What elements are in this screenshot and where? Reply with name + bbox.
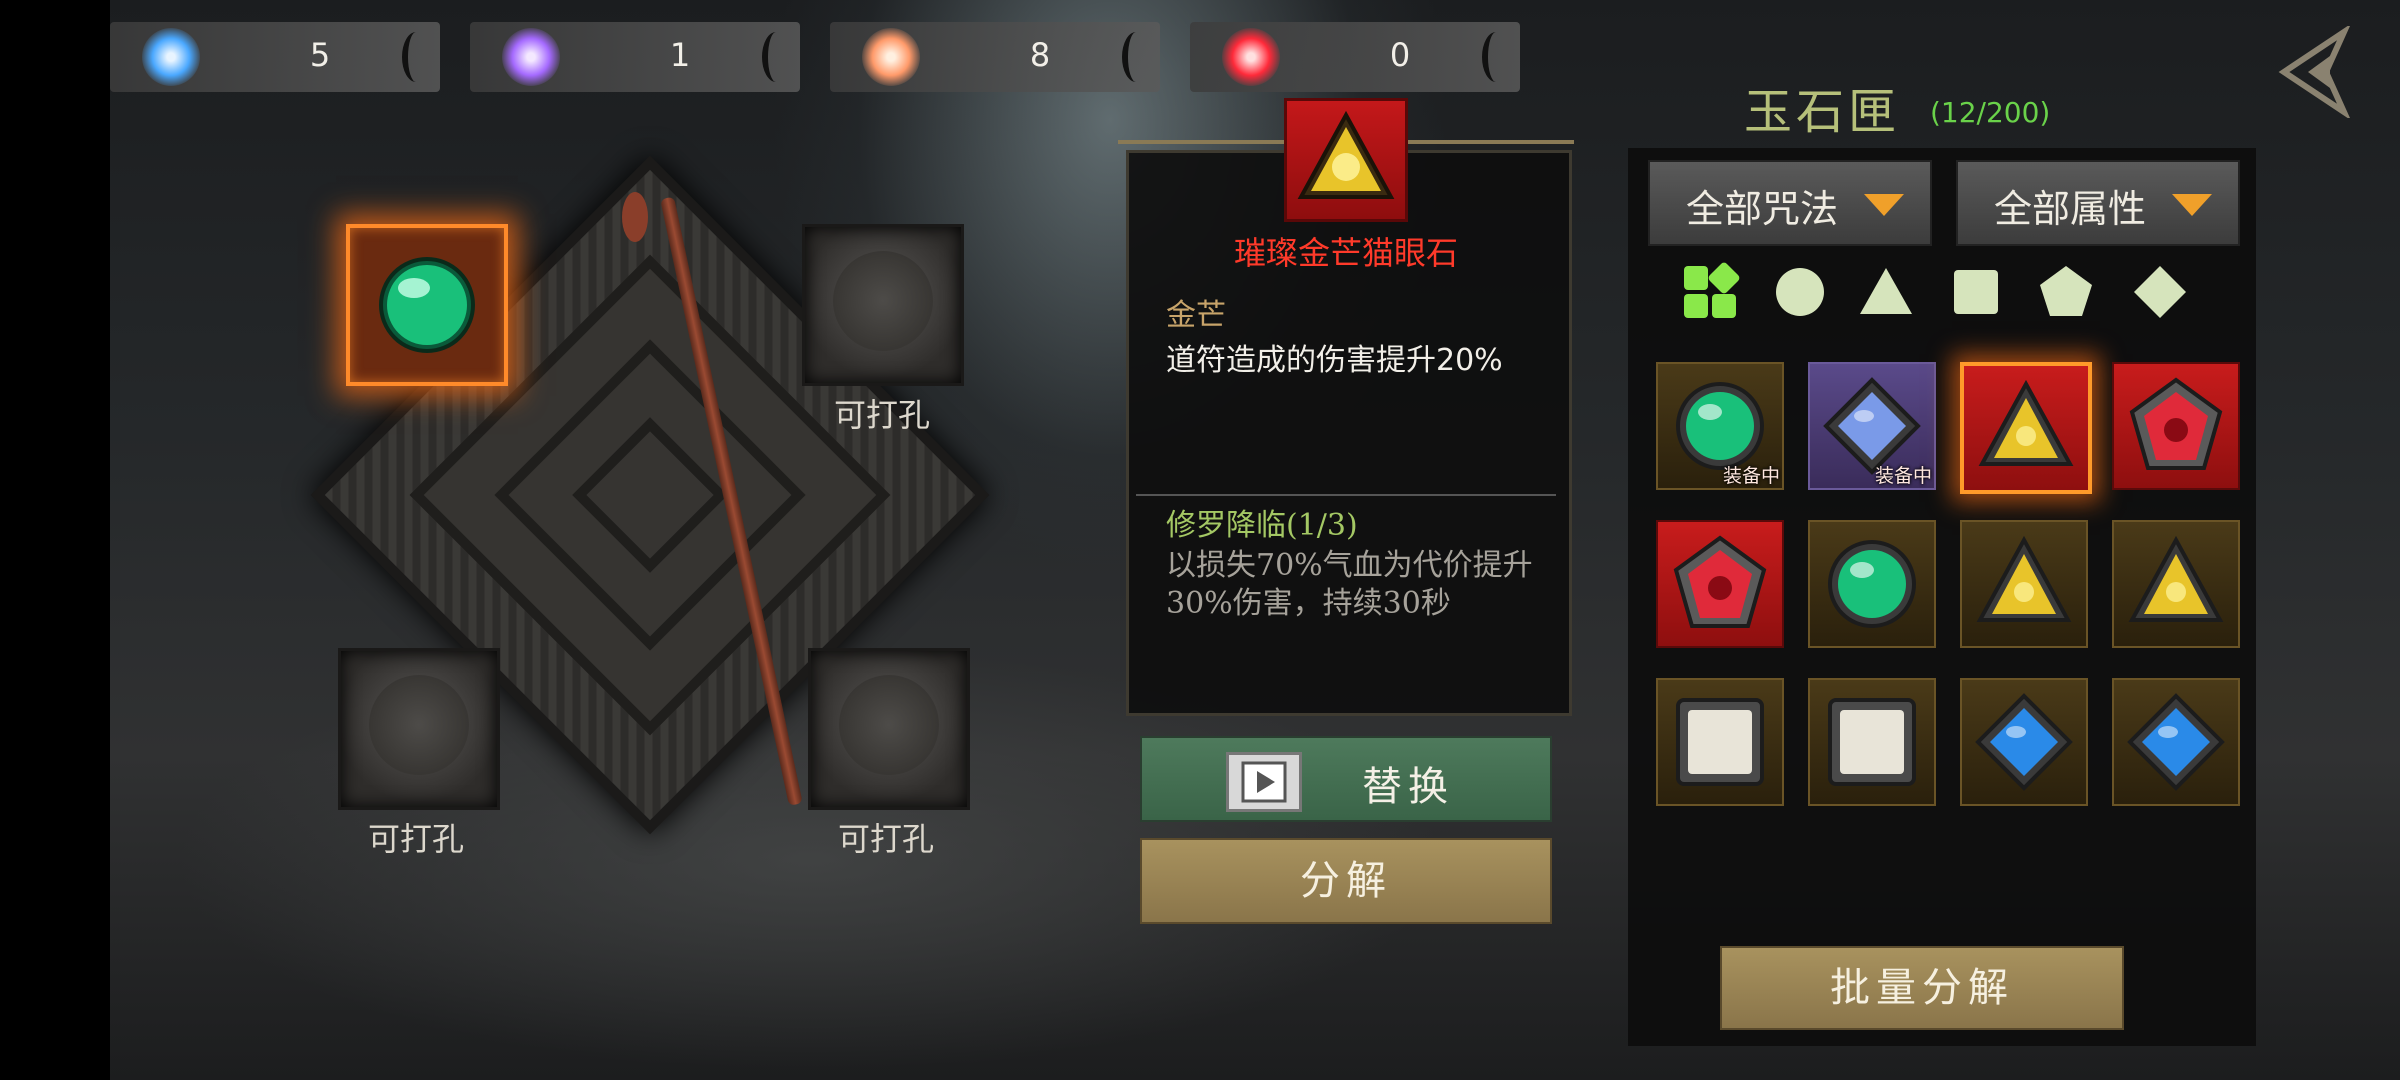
back-icon[interactable] [2274, 26, 2354, 118]
all-shapes-icon[interactable] [1680, 262, 1740, 322]
socket-slot-bottom-left[interactable] [338, 648, 500, 810]
resource-orange-value: 8 [1029, 36, 1051, 74]
resource-purple: 1 [470, 22, 800, 92]
inventory-slot[interactable] [1960, 362, 2092, 494]
lion-face-icon [839, 675, 939, 775]
square-gem-icon [1828, 698, 1916, 786]
attribute-filter-dropdown[interactable]: 全部属性 [1956, 160, 2240, 246]
pentagon-gem-icon [1673, 535, 1767, 628]
resource-orange: 8 [830, 22, 1160, 92]
replace-button-label: 替换 [1362, 764, 1454, 810]
jade-box-title: 玉石匣 [1744, 84, 1901, 140]
equipped-tag: 装备中 [1874, 465, 1932, 487]
inventory-slot[interactable]: 装备中 [1808, 362, 1936, 490]
diamond-gem-icon [1975, 693, 2073, 791]
socket-slot-bottom-right[interactable] [808, 648, 970, 810]
resource-blue-value: 5 [309, 36, 331, 74]
inventory-slot[interactable] [1656, 520, 1784, 648]
scroll-ornament-icon [402, 32, 430, 82]
triangle-gem-icon [1297, 110, 1395, 199]
circle-gem-icon [1828, 540, 1916, 628]
gem-detail-icon [1284, 98, 1408, 222]
inventory-slot[interactable] [1656, 678, 1784, 806]
inventory-slot[interactable] [1960, 678, 2088, 806]
scroll-ornament-icon [762, 32, 790, 82]
jade-box-count: (12/200) [1930, 96, 2051, 129]
set-bonus-title: 修罗降临(1/3) [1166, 508, 1358, 543]
inventory-slot[interactable] [2112, 520, 2240, 648]
scroll-ornament-icon [1482, 32, 1510, 82]
red-crystal-icon [1222, 28, 1280, 86]
triangle-gem-icon [1978, 379, 2074, 466]
triangle-icon[interactable] [1856, 262, 1916, 322]
inventory-slot[interactable] [2112, 362, 2240, 490]
socket-slot-top-right[interactable] [802, 224, 964, 386]
resource-blue: 5 [110, 22, 440, 92]
lion-face-icon [369, 675, 469, 775]
blue-crystal-icon [142, 28, 200, 86]
equipped-tag: 装备中 [1722, 465, 1780, 487]
pentagon-icon[interactable] [2036, 262, 2096, 322]
staff-head [622, 192, 648, 242]
chevron-down-icon [2172, 194, 2212, 216]
resource-red: 0 [1190, 22, 1520, 92]
gem-attribute-desc: 道符造成的伤害提升20% [1166, 343, 1503, 378]
socket-bottom-left-label: 可打孔 [367, 820, 464, 858]
batch-decompose-button[interactable]: 批量分解 [1720, 946, 2124, 1030]
circle-icon[interactable] [1770, 262, 1830, 322]
set-bonus-desc: 以损失70%气血为代价提升30%伤害，持续30秒 [1166, 548, 1533, 621]
resource-purple-value: 1 [669, 36, 691, 74]
purple-crystal-icon [502, 28, 560, 86]
socket-top-right-label: 可打孔 [833, 396, 930, 434]
spell-filter-dropdown[interactable]: 全部咒法 [1648, 160, 1932, 246]
attribute-filter-label: 全部属性 [1994, 187, 2147, 231]
spell-filter-label: 全部咒法 [1686, 187, 1839, 231]
inventory-slot[interactable] [1960, 520, 2088, 648]
chevron-down-icon [1864, 194, 1904, 216]
scroll-ornament-icon [1122, 32, 1150, 82]
socket-bottom-right-label: 可打孔 [837, 820, 934, 858]
inventory-slot[interactable] [2112, 678, 2240, 806]
orange-crystal-icon [862, 28, 920, 86]
diamond-gem-icon [2127, 693, 2225, 791]
socket-slot-equipped[interactable] [346, 224, 508, 386]
resource-red-value: 0 [1389, 36, 1411, 74]
inventory-slot[interactable] [1808, 678, 1936, 806]
decompose-button[interactable]: 分解 [1140, 838, 1552, 924]
gem-name: 璀璨金芒猫眼石 [1233, 234, 1458, 272]
detail-divider [1136, 494, 1556, 496]
triangle-gem-icon [2128, 535, 2224, 622]
green-gem-icon [379, 257, 475, 353]
gem-attribute-title: 金芒 [1166, 298, 1226, 333]
inventory-slot[interactable]: 装备中 [1656, 362, 1784, 490]
inventory-slot[interactable] [1808, 520, 1936, 648]
square-gem-icon [1676, 698, 1764, 786]
diamond-icon[interactable] [2130, 262, 2190, 322]
video-play-icon [1226, 752, 1302, 812]
triangle-gem-icon [1976, 535, 2072, 622]
lion-face-icon [833, 251, 933, 351]
square-icon[interactable] [1946, 262, 2006, 322]
pentagon-gem-icon [2129, 377, 2223, 470]
replace-button[interactable]: 替换 [1140, 736, 1552, 822]
